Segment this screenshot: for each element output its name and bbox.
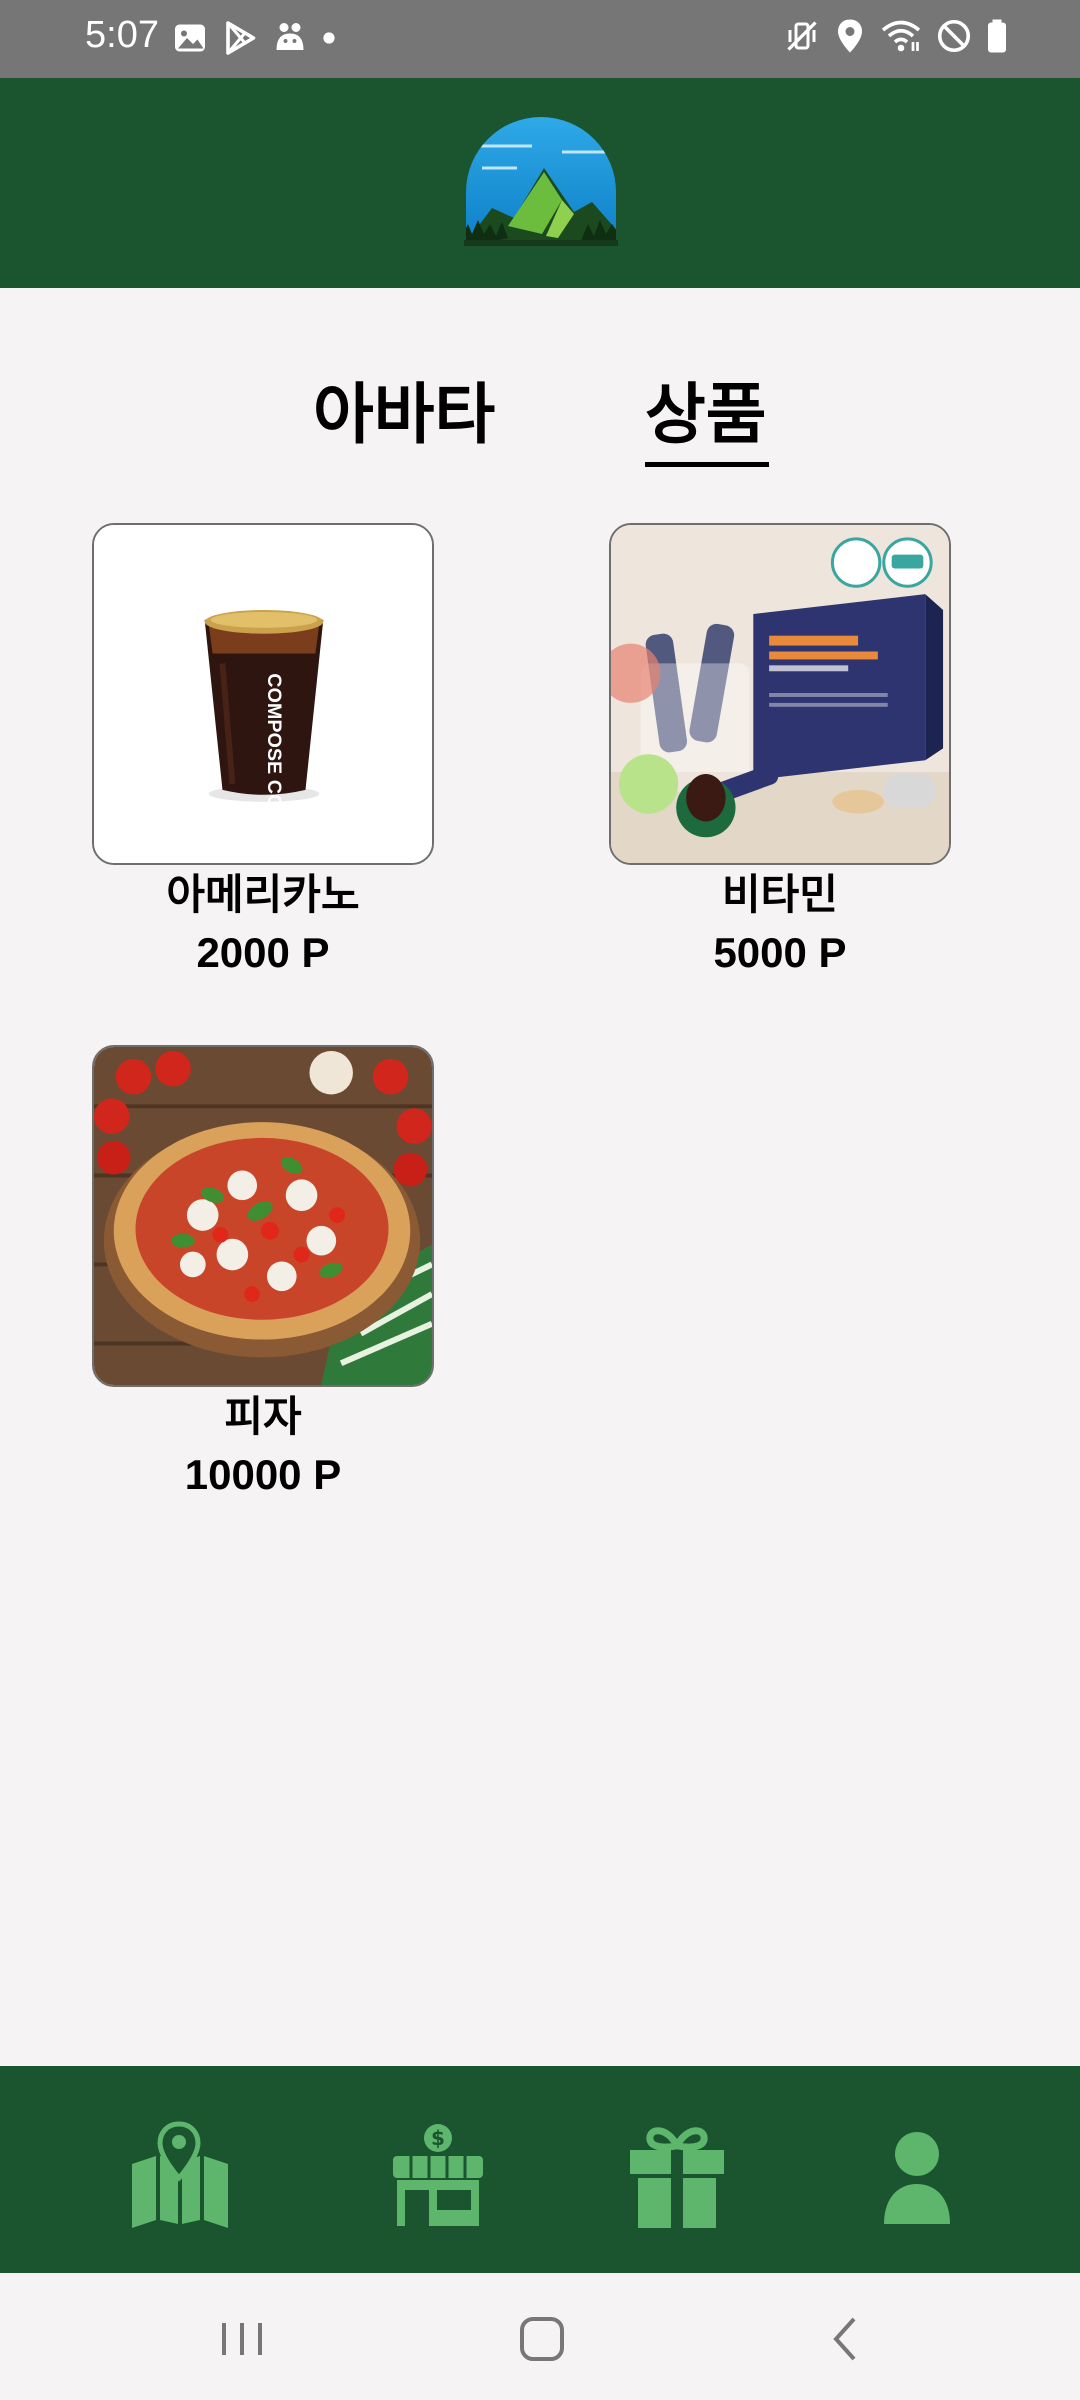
product-price: 2000 P (196, 929, 330, 976)
mountain-logo (462, 116, 620, 248)
map-icon (132, 2121, 228, 2228)
app-header (0, 78, 1080, 288)
location-icon (834, 18, 866, 54)
profile-icon (884, 2132, 950, 2224)
product-card-pizza[interactable]: 피자 10000 P (92, 1045, 434, 1505)
nav-profile[interactable] (862, 2120, 972, 2230)
tab-avatar[interactable]: 아바타 (313, 370, 495, 460)
svg-text:$: $ (431, 2126, 445, 2150)
nav-gift[interactable] (622, 2120, 732, 2230)
nav-store[interactable]: $ (383, 2120, 493, 2230)
back-button[interactable] (816, 2309, 876, 2369)
system-nav-bar (0, 2273, 1080, 2400)
cup-brand-text: COMPOSE COFFEE (263, 673, 285, 860)
home-icon (520, 2317, 564, 2361)
play-store-icon (222, 20, 258, 56)
product-price: 5000 P (713, 929, 847, 976)
americano-image: COMPOSE COFFEE (92, 523, 434, 865)
status-bar: 5:07 (0, 0, 1080, 78)
nav-map[interactable] (124, 2120, 234, 2230)
status-time: 5:07 (85, 14, 159, 56)
product-name: 피자 (224, 1392, 302, 1441)
system-status-icons (784, 18, 1008, 54)
gallery-icon (172, 20, 208, 56)
vibrate-mute-icon (784, 18, 820, 54)
vitamin-image (609, 523, 951, 865)
product-card-americano[interactable]: COMPOSE COFFEE 아메리카노 2000 P (92, 523, 434, 983)
product-price: 10000 P (184, 1451, 342, 1498)
product-card-vitamin[interactable]: 비타민 5000 P (609, 523, 951, 983)
selected-tab-indicator (645, 462, 769, 467)
home-button[interactable] (512, 2309, 572, 2369)
battery-icon (986, 18, 1008, 54)
back-icon (833, 2317, 856, 2361)
store-icon: $ (393, 2124, 483, 2226)
bottom-nav: $ (0, 2066, 1080, 2273)
recents-button[interactable] (212, 2309, 272, 2369)
product-name: 비타민 (722, 870, 838, 919)
tab-product[interactable]: 상품 (645, 370, 766, 460)
notification-icons (172, 20, 336, 56)
pizza-image (92, 1045, 434, 1387)
product-name: 아메리카노 (166, 870, 360, 919)
dot-icon (322, 31, 336, 45)
gift-icon (630, 2127, 724, 2228)
app-mascot-icon (272, 20, 308, 56)
tab-bar: 아바타 상품 (0, 370, 1080, 470)
do-not-disturb-icon (936, 18, 972, 54)
recents-icon (222, 2323, 262, 2355)
wifi-icon (880, 18, 922, 54)
